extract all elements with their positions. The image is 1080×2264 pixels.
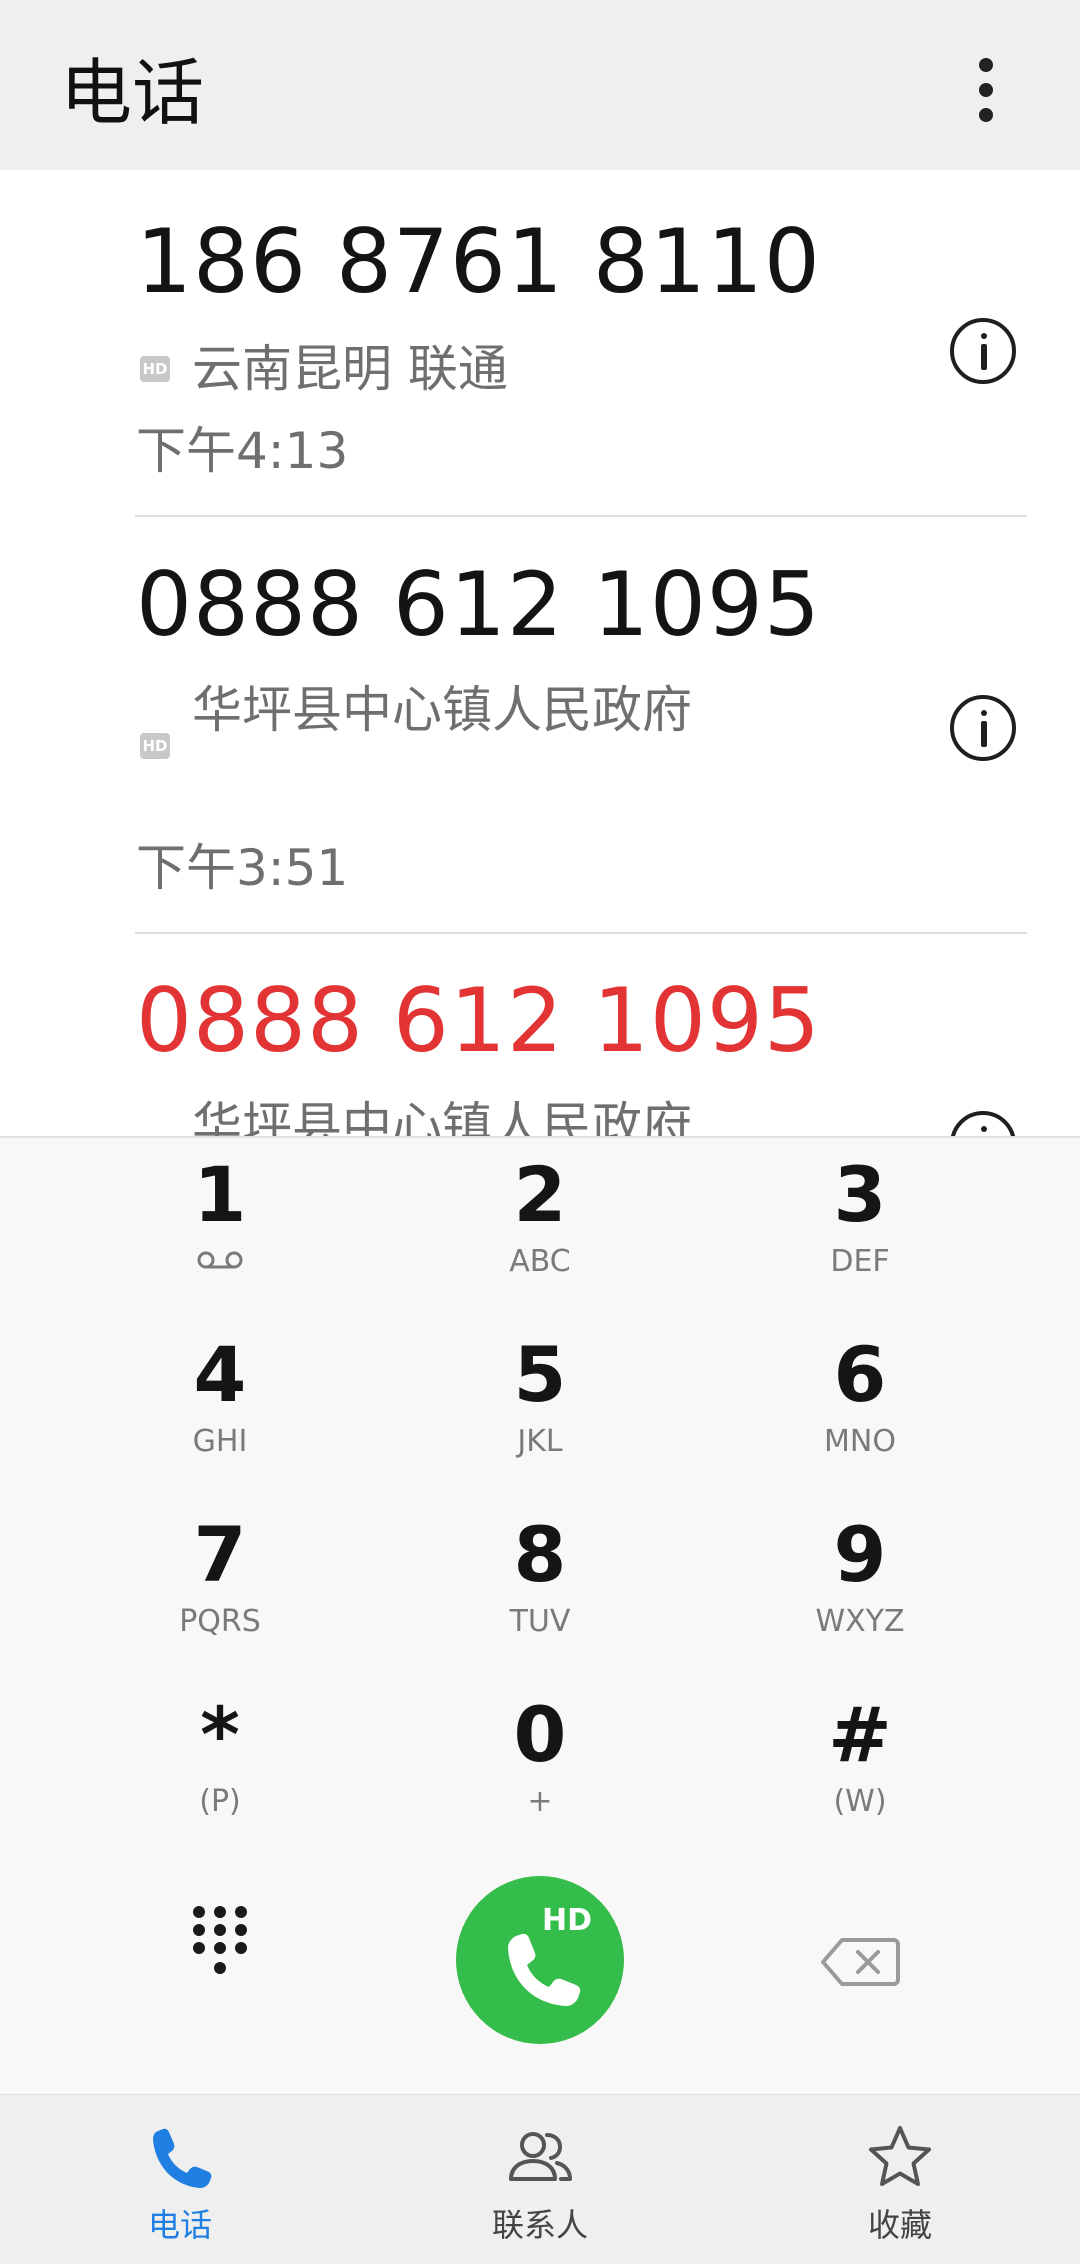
key-digit: 1 xyxy=(193,1150,247,1239)
key-star[interactable]: * (P) xyxy=(100,1678,340,1848)
key-digit: 0 xyxy=(513,1690,567,1779)
phone-hd-icon xyxy=(508,1933,581,2006)
key-digit: 7 xyxy=(193,1510,247,1599)
call-location: 云南昆明 联通 xyxy=(192,340,508,398)
nav-label: 联系人 xyxy=(491,2206,588,2244)
key-8[interactable]: 8 TUV xyxy=(420,1498,660,1668)
key-letters: (W) xyxy=(833,1784,887,1819)
voicemail-icon xyxy=(196,1250,244,1270)
call-location: 华坪县中心镇人民政府 xyxy=(192,1097,692,1136)
hd-badge: HD xyxy=(140,356,170,382)
dialpad-toggle-icon[interactable] xyxy=(185,1904,255,1980)
nav-label: 电话 xyxy=(147,2206,212,2244)
call-number: 0888 612 1095 xyxy=(136,969,821,1072)
key-2[interactable]: 2 ABC xyxy=(420,1138,660,1308)
key-7[interactable]: 7 PQRS xyxy=(100,1498,340,1668)
tab-phone[interactable]: 电话 xyxy=(0,2095,360,2264)
key-letters: + xyxy=(527,1784,553,1819)
call-location: 华坪县中心镇人民政府 xyxy=(192,681,692,739)
call-button[interactable]: HD xyxy=(456,1876,624,2044)
key-letters: TUV xyxy=(509,1604,571,1639)
key-digit: 6 xyxy=(833,1330,887,1419)
bottom-navigation: 电话 联系人 收藏 xyxy=(0,2094,1080,2264)
key-digit: 4 xyxy=(193,1330,247,1419)
call-time: 下午3:51 xyxy=(136,839,349,897)
info-icon[interactable] xyxy=(950,695,1016,761)
key-letters: DEF xyxy=(830,1244,890,1279)
info-icon[interactable] xyxy=(950,318,1016,384)
call-log-entry[interactable]: 186 8761 8110 HD 云南昆明 联通 下午4:13 xyxy=(0,170,1080,517)
page-title: 电话 xyxy=(60,51,205,135)
key-digit: 5 xyxy=(513,1330,567,1419)
more-vertical-icon[interactable] xyxy=(960,50,1012,130)
key-4[interactable]: 4 GHI xyxy=(100,1318,340,1488)
key-digit: 2 xyxy=(513,1150,567,1239)
star-icon xyxy=(865,2123,935,2193)
key-1[interactable]: 1 xyxy=(100,1138,340,1308)
hd-badge: HD xyxy=(140,733,170,759)
key-letters: GHI xyxy=(192,1424,248,1459)
tab-favorites[interactable]: 收藏 xyxy=(720,2095,1080,2264)
key-digit: 8 xyxy=(513,1510,567,1599)
contacts-icon xyxy=(505,2123,575,2193)
app-header: 电话 xyxy=(0,0,1080,170)
hd-label: HD xyxy=(542,1903,593,1938)
key-9[interactable]: 9 WXYZ xyxy=(740,1498,980,1668)
key-0[interactable]: 0 + xyxy=(420,1678,660,1848)
key-hash[interactable]: # (W) xyxy=(740,1678,980,1848)
key-letters: ABC xyxy=(509,1244,571,1279)
call-time: 下午4:13 xyxy=(136,422,349,480)
info-icon[interactable] xyxy=(950,1111,1016,1136)
key-digit: # xyxy=(828,1690,892,1779)
key-letters: PQRS xyxy=(179,1604,261,1639)
key-3[interactable]: 3 DEF xyxy=(740,1138,980,1308)
call-log-list[interactable]: 186 8761 8110 HD 云南昆明 联通 下午4:13 0888 612… xyxy=(0,170,1080,1136)
key-letters: MNO xyxy=(824,1424,896,1459)
key-6[interactable]: 6 MNO xyxy=(740,1318,980,1488)
key-letters: (P) xyxy=(199,1784,241,1819)
tab-contacts[interactable]: 联系人 xyxy=(360,2095,720,2264)
key-letters: JKL xyxy=(517,1424,563,1459)
phone-icon xyxy=(145,2123,215,2193)
call-number: 0888 612 1095 xyxy=(136,553,821,656)
call-number: 186 8761 8110 xyxy=(136,210,821,313)
nav-label: 收藏 xyxy=(867,2206,932,2244)
key-digit: 3 xyxy=(833,1150,887,1239)
backspace-icon[interactable] xyxy=(820,1936,900,1988)
call-log-entry[interactable]: 0888 612 1095 HD 华坪县中心镇人民政府 xyxy=(0,933,1080,1136)
key-5[interactable]: 5 JKL xyxy=(420,1318,660,1488)
key-letters: WXYZ xyxy=(815,1604,905,1639)
key-digit: 9 xyxy=(833,1510,887,1599)
call-log-entry[interactable]: 0888 612 1095 HD 华坪县中心镇人民政府 下午3:51 xyxy=(0,517,1080,934)
key-digit: * xyxy=(200,1690,240,1779)
